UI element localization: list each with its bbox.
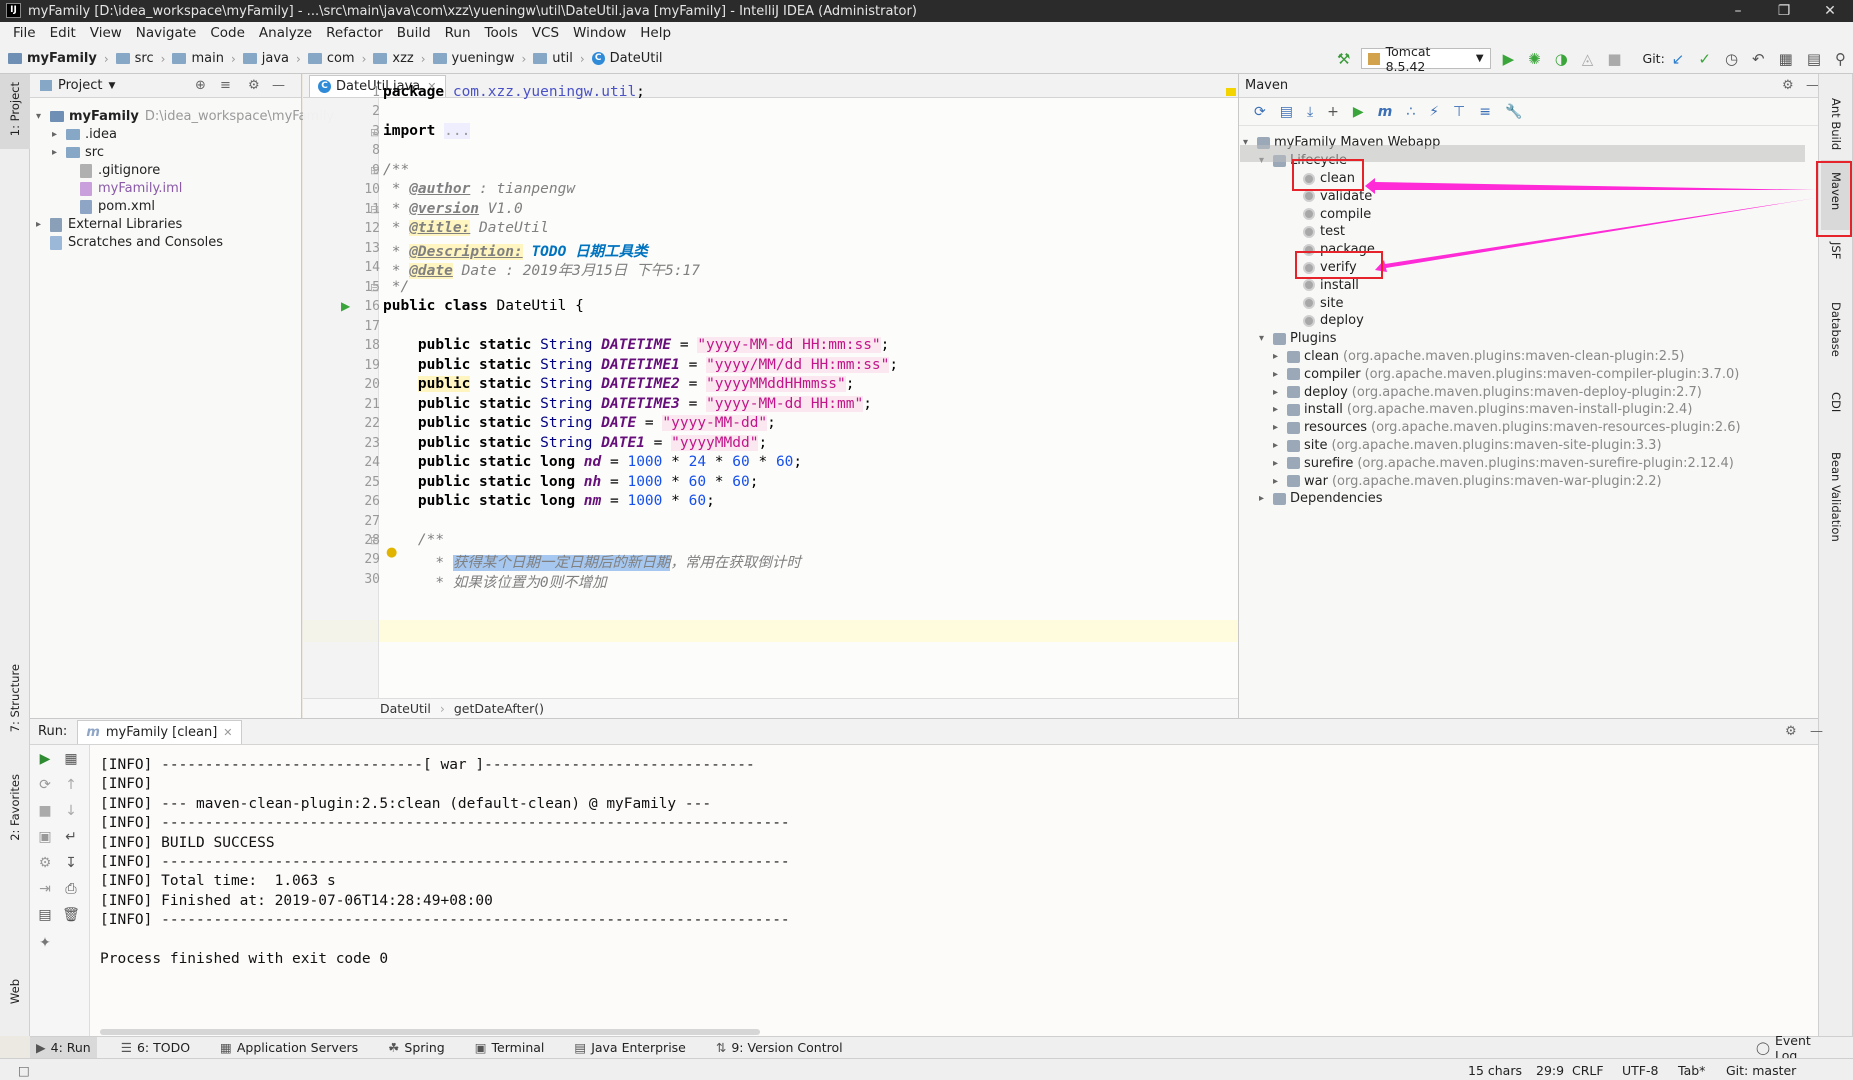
arrow-to-package: [1375, 198, 1816, 272]
annotation-arrows: [1365, 178, 1816, 272]
clean-highlight-box: [1292, 159, 1364, 191]
arrow-to-clean: [1365, 178, 1816, 194]
package-highlight-box: [1295, 251, 1383, 279]
